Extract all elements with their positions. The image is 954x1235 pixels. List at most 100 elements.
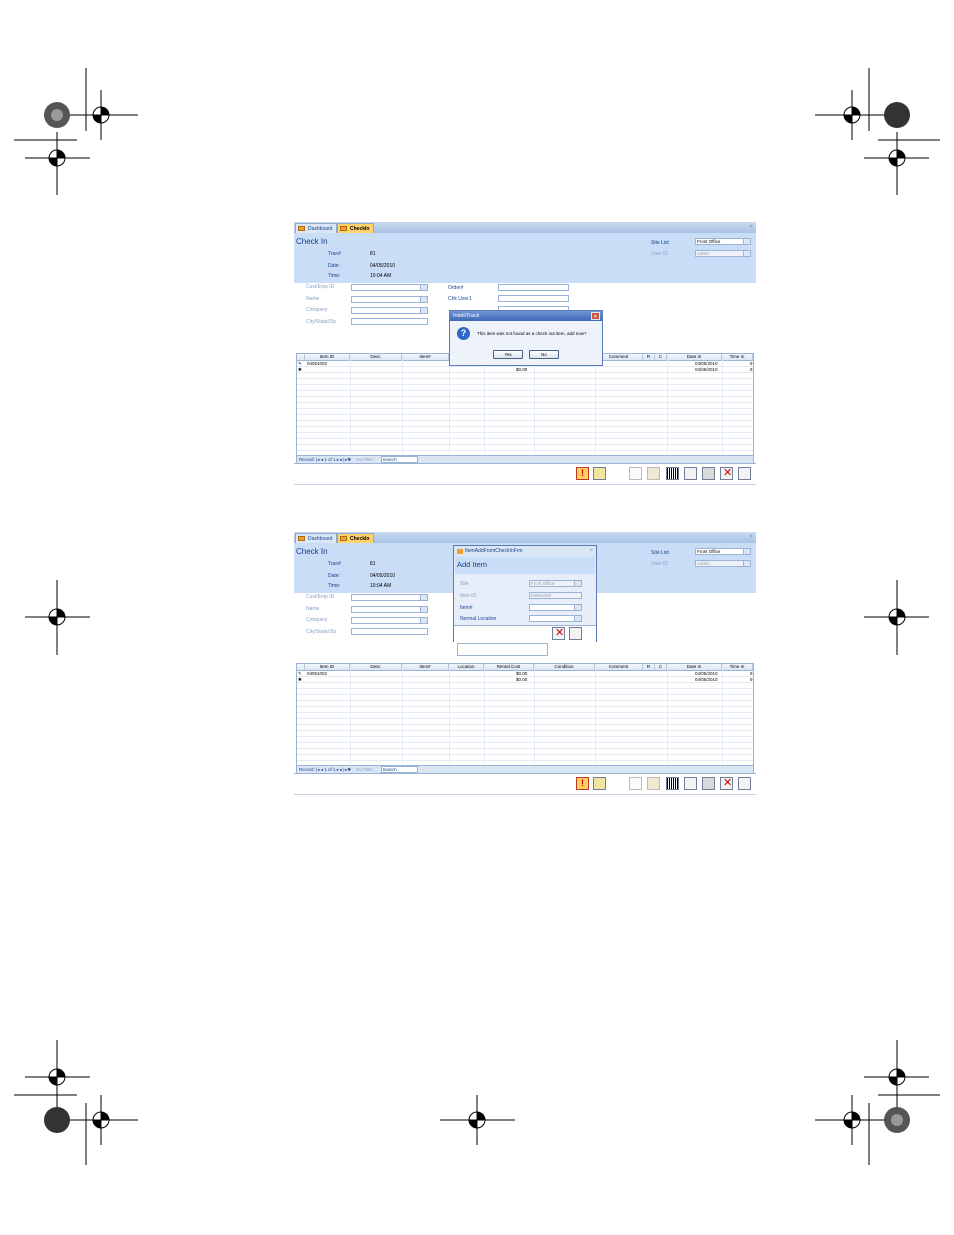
stop-icon[interactable] xyxy=(647,777,660,790)
close-tab-icon[interactable]: × xyxy=(749,222,753,233)
select-all-cell[interactable] xyxy=(297,354,305,360)
site-list-select[interactable]: Front Office xyxy=(695,548,751,555)
column-c[interactable]: C xyxy=(655,664,667,670)
alert-icon[interactable]: ! xyxy=(576,777,589,790)
chevron-down-icon xyxy=(420,595,427,600)
exit-icon[interactable] xyxy=(569,627,582,640)
search-box[interactable]: Search xyxy=(380,766,418,773)
record-navigator: Record: |◂ ◂ 1 of 1 ▸ ▸| ▸✱ No Filter Se… xyxy=(297,455,753,463)
name-field[interactable] xyxy=(351,296,428,303)
next-record-button[interactable]: ▸ ▸| ▸✱ xyxy=(337,767,352,772)
yes-button[interactable]: Yes xyxy=(493,350,523,359)
clock-icon[interactable] xyxy=(629,777,642,790)
column-item-num[interactable]: Item# xyxy=(402,664,449,670)
exit-icon[interactable] xyxy=(738,467,751,480)
print-icon[interactable] xyxy=(702,777,715,790)
company-field[interactable] xyxy=(351,617,428,624)
barcode-icon[interactable] xyxy=(666,777,679,790)
close-icon[interactable]: ✕ xyxy=(591,312,600,320)
city-field[interactable] xyxy=(351,628,428,635)
trans-value: 81 xyxy=(370,561,376,567)
column-item-id[interactable]: Item ID xyxy=(305,354,350,360)
cust-id-field[interactable] xyxy=(351,284,428,291)
column-date-in[interactable]: Date In xyxy=(667,354,722,360)
cust-id-label: Cust/Emp ID xyxy=(306,594,335,600)
city-label: City/State/Zip xyxy=(306,319,337,325)
cust-id-field[interactable] xyxy=(351,594,428,601)
stop-icon[interactable] xyxy=(647,467,660,480)
form-toolbar: ! ✕ xyxy=(294,773,756,795)
record-position[interactable]: 1 of 1 xyxy=(324,457,335,462)
record-position[interactable]: 1 of 1 xyxy=(324,767,335,772)
site-label: Site xyxy=(460,581,469,587)
binoculars-icon[interactable] xyxy=(593,467,606,480)
form-icon xyxy=(457,549,463,554)
print-icon[interactable] xyxy=(702,467,715,480)
filter-status[interactable]: No Filter xyxy=(356,457,373,462)
chevron-down-icon xyxy=(574,605,581,610)
document-tab-bar: Dashboard CheckIn × xyxy=(294,532,756,543)
close-window-icon[interactable]: × xyxy=(589,546,593,557)
clock-icon[interactable] xyxy=(629,467,642,480)
time-value: 10:04 AM xyxy=(370,273,392,279)
date-label: Date: xyxy=(328,573,340,579)
normal-location-label: Normal Location xyxy=(460,616,497,622)
form-icon xyxy=(340,536,347,541)
column-r[interactable]: R xyxy=(643,354,655,360)
filter-status[interactable]: No Filter xyxy=(356,767,373,772)
column-r[interactable]: R xyxy=(643,664,655,670)
close-icon[interactable]: ✕ xyxy=(720,467,733,480)
column-desc[interactable]: Desc xyxy=(350,354,402,360)
column-c[interactable]: C xyxy=(655,354,667,360)
date-label: Date: xyxy=(328,263,340,269)
column-date-in[interactable]: Date In xyxy=(667,664,722,670)
time-label: Time: xyxy=(328,273,341,279)
tab-dashboard[interactable]: Dashboard xyxy=(295,223,337,233)
close-icon[interactable]: ✕ xyxy=(720,777,733,790)
chk-user1-label: Chk User1 xyxy=(448,296,472,302)
column-time-in[interactable]: Time In xyxy=(722,664,753,670)
exit-icon[interactable] xyxy=(738,777,751,790)
time-label: Time: xyxy=(328,583,341,589)
preview-icon[interactable] xyxy=(684,777,697,790)
item-num-select[interactable] xyxy=(529,604,582,611)
column-location[interactable]: Location xyxy=(449,664,484,670)
first-record-button[interactable]: |◂ ◂ xyxy=(316,457,324,462)
binoculars-icon[interactable] xyxy=(593,777,606,790)
site-list-label: Site List xyxy=(651,550,669,556)
chevron-down-icon xyxy=(743,561,750,566)
dialog-button-row: ✕ xyxy=(454,625,596,643)
company-field[interactable] xyxy=(351,307,428,314)
column-desc[interactable]: Desc xyxy=(350,664,402,670)
column-condition[interactable]: Condition xyxy=(534,664,595,670)
city-label: City/State/Zip xyxy=(306,629,337,635)
alert-icon[interactable]: ! xyxy=(576,467,589,480)
column-item-num[interactable]: Item# xyxy=(402,354,449,360)
no-button[interactable]: No xyxy=(529,350,559,359)
barcode-icon[interactable] xyxy=(666,467,679,480)
column-item-id[interactable]: Item ID xyxy=(305,664,350,670)
chk-user-field[interactable] xyxy=(457,643,548,656)
city-field[interactable] xyxy=(351,318,428,325)
search-box[interactable]: Search xyxy=(380,456,418,463)
close-tab-icon[interactable]: × xyxy=(749,532,753,543)
order-field[interactable] xyxy=(498,284,569,291)
user-id-label: User ID xyxy=(651,251,668,257)
normal-location-select[interactable] xyxy=(529,615,582,622)
name-field[interactable] xyxy=(351,606,428,613)
column-time-in[interactable]: Time In xyxy=(722,354,753,360)
preview-icon[interactable] xyxy=(684,467,697,480)
tab-checkin[interactable]: CheckIn xyxy=(337,223,374,233)
name-label: Name xyxy=(306,296,320,302)
tab-checkin[interactable]: CheckIn xyxy=(337,533,374,543)
first-record-button[interactable]: |◂ ◂ xyxy=(316,767,324,772)
chk-user1-field[interactable] xyxy=(498,295,569,302)
cancel-icon[interactable]: ✕ xyxy=(552,627,565,640)
tab-dashboard[interactable]: Dashboard xyxy=(295,533,337,543)
column-rental-cost[interactable]: Rental Cost xyxy=(484,664,534,670)
select-all-cell[interactable] xyxy=(297,664,305,670)
site-list-select[interactable]: Front Office xyxy=(695,238,751,245)
time-value: 10:04 AM xyxy=(370,583,392,589)
column-comment[interactable]: Comment xyxy=(595,664,643,670)
next-record-button[interactable]: ▸ ▸| ▸✱ xyxy=(337,457,352,462)
